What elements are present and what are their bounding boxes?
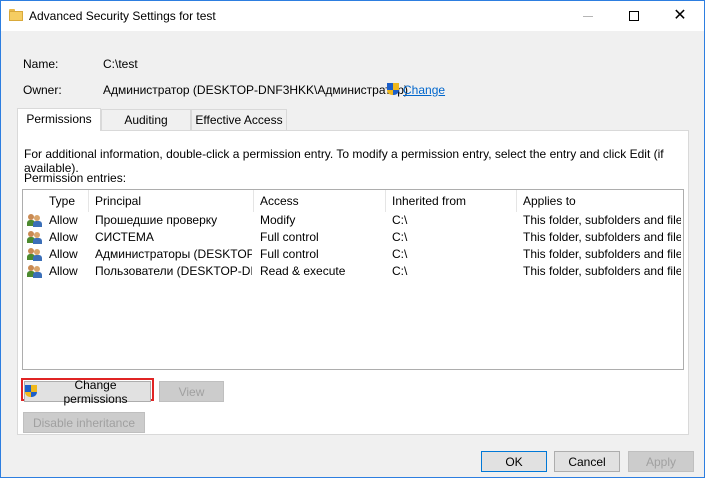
view-button[interactable]: View: [159, 381, 224, 402]
entry-type: Allow: [49, 230, 78, 244]
change-owner-link[interactable]: Change: [387, 83, 445, 97]
users-icon: [27, 247, 43, 261]
entry-type: Allow: [49, 213, 78, 227]
disable-inheritance-button[interactable]: Disable inheritance: [23, 412, 145, 433]
tab-permissions[interactable]: Permissions: [17, 108, 101, 131]
main-panel: Name: C:\test Owner: Администратор (DESK…: [11, 41, 695, 441]
column-header-principal[interactable]: Principal: [89, 190, 254, 212]
entry-principal: Администраторы (DESKTOP-...: [95, 247, 252, 261]
table-row[interactable]: Allow СИСТЕМА Full control C:\ This fold…: [23, 229, 683, 246]
entry-applies-to: This folder, subfolders and files: [523, 264, 681, 278]
window-title: Advanced Security Settings for test: [29, 9, 216, 23]
table-row[interactable]: Allow Прошедшие проверку Modify C:\ This…: [23, 212, 683, 229]
entry-principal: Прошедшие проверку: [95, 213, 218, 227]
users-icon: [27, 264, 43, 278]
entry-applies-to: This folder, subfolders and files: [523, 230, 681, 244]
table-row[interactable]: Allow Администраторы (DESKTOP-... Full c…: [23, 246, 683, 263]
minimize-icon: [583, 15, 593, 17]
name-value: C:\test: [103, 57, 138, 71]
entry-principal: СИСТЕМА: [95, 230, 154, 244]
change-permissions-button[interactable]: Change permissions: [24, 378, 151, 406]
name-label: Name:: [23, 57, 59, 71]
close-icon: ✕: [673, 7, 687, 24]
change-permissions-label: Change permissions: [63, 377, 128, 406]
cancel-button[interactable]: Cancel: [554, 451, 620, 472]
entry-type: Allow: [49, 264, 78, 278]
folder-icon: [9, 9, 23, 21]
entry-access: Full control: [260, 247, 319, 261]
column-header-applies-to[interactable]: Applies to: [517, 190, 683, 212]
tab-effective-access[interactable]: Effective Access: [191, 109, 287, 130]
entry-access: Modify: [260, 213, 296, 227]
apply-button[interactable]: Apply: [628, 451, 694, 472]
entry-applies-to: This folder, subfolders and files: [523, 213, 681, 227]
advanced-security-dialog: Advanced Security Settings for test ✕ Na…: [0, 0, 705, 478]
column-header-access[interactable]: Access: [254, 190, 386, 212]
entry-access: Full control: [260, 230, 319, 244]
entry-principal: Пользователи (DESKTOP-DN...: [95, 264, 252, 278]
close-button[interactable]: ✕: [657, 1, 703, 31]
title-bar[interactable]: Advanced Security Settings for test ✕: [1, 1, 704, 31]
entry-type: Allow: [49, 247, 78, 261]
entry-access: Read & execute: [260, 264, 346, 278]
minimize-button[interactable]: [565, 1, 611, 31]
table-row[interactable]: Allow Пользователи (DESKTOP-DN... Read &…: [23, 263, 683, 280]
ok-button[interactable]: OK: [481, 451, 547, 472]
uac-shield-icon: [387, 83, 399, 97]
users-icon: [27, 230, 43, 244]
entry-inherited-from: C:\: [392, 264, 408, 278]
owner-label: Owner:: [23, 83, 62, 97]
tab-auditing[interactable]: Auditing: [101, 109, 191, 130]
entry-inherited-from: C:\: [392, 213, 408, 227]
column-header-type[interactable]: Type: [43, 190, 89, 212]
uac-shield-icon: [25, 384, 37, 399]
permission-entries-label: Permission entries:: [24, 171, 127, 185]
maximize-button[interactable]: [611, 1, 657, 31]
users-icon: [27, 213, 43, 227]
column-header-inherited-from[interactable]: Inherited from: [386, 190, 517, 212]
entry-inherited-from: C:\: [392, 247, 408, 261]
entry-applies-to: This folder, subfolders and files: [523, 247, 681, 261]
owner-value: Администратор (DESKTOP-DNF3HKK\Администр…: [103, 83, 408, 97]
entry-inherited-from: C:\: [392, 230, 408, 244]
permission-entries-list[interactable]: Type Principal Access Inherited from App…: [22, 189, 684, 370]
change-owner-label: Change: [403, 83, 446, 97]
maximize-icon: [629, 11, 639, 21]
